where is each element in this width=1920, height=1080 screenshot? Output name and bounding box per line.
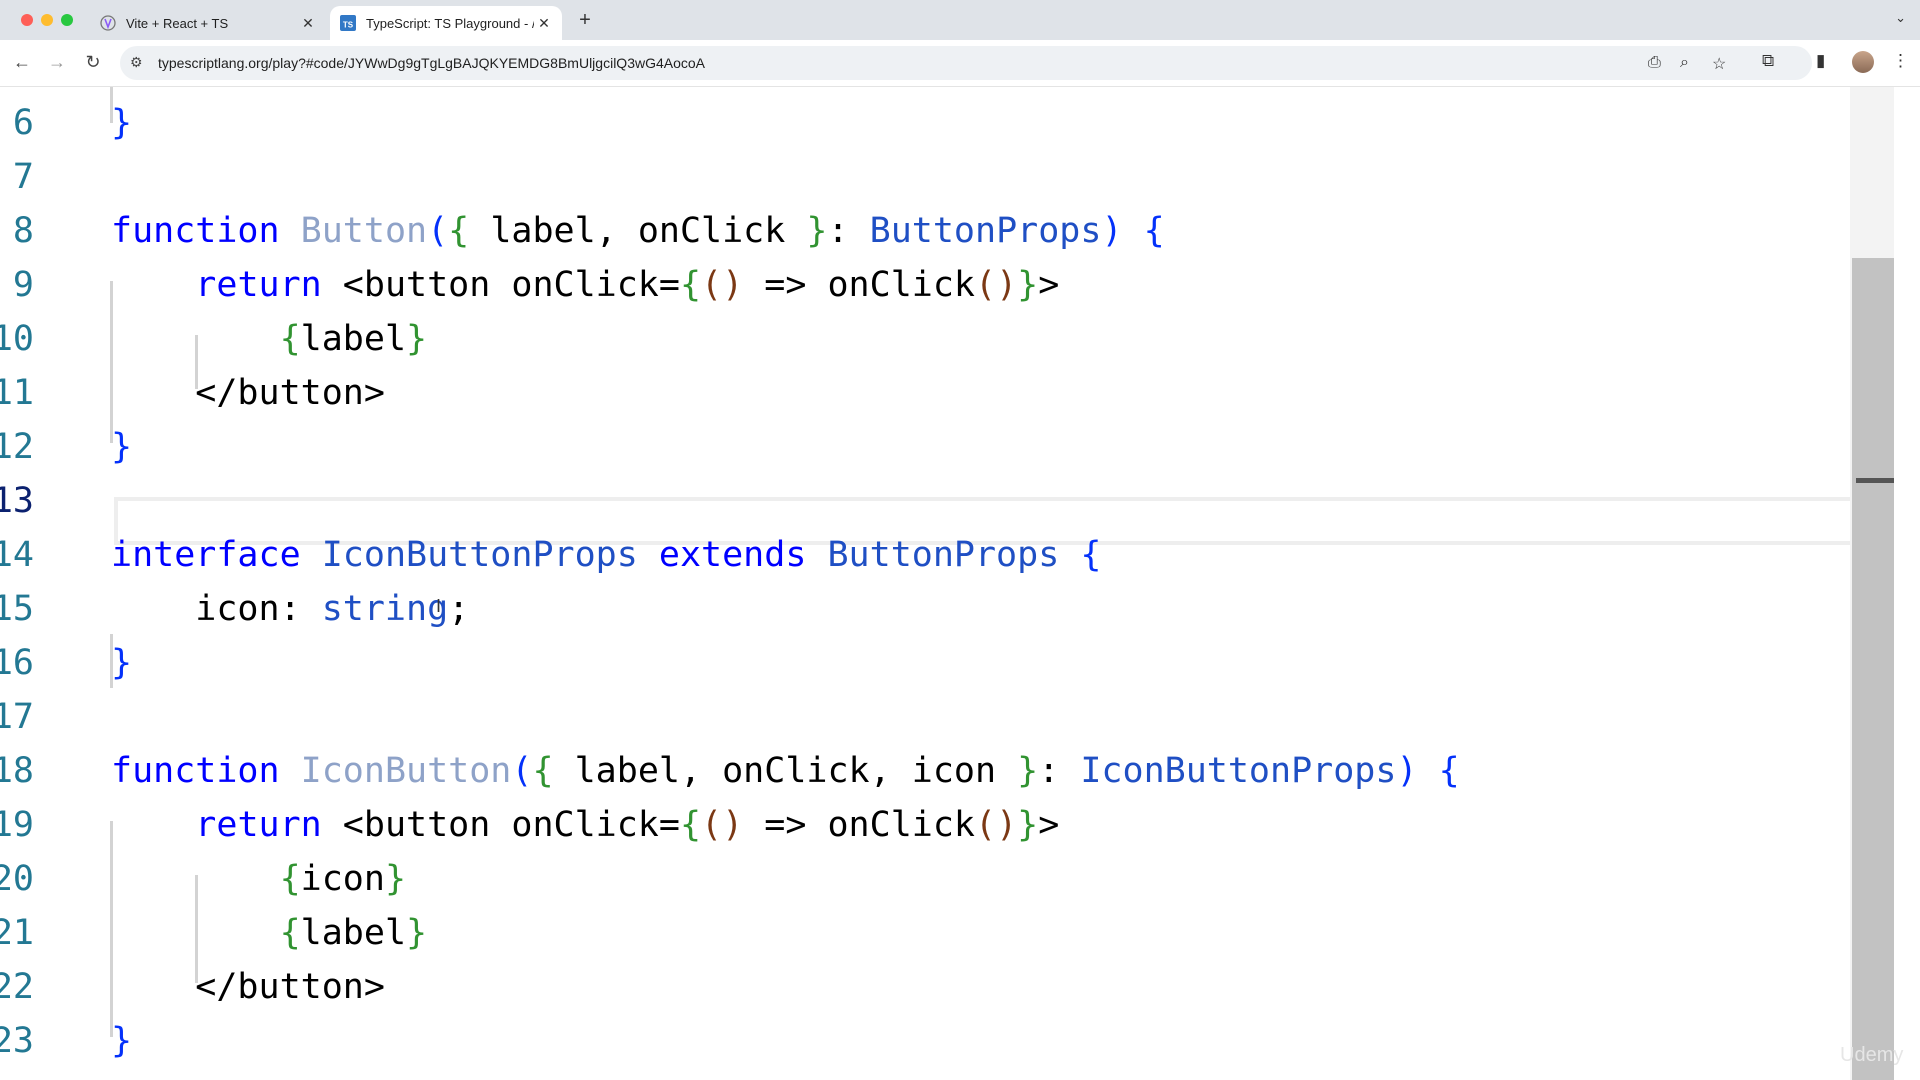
window-minimize-button[interactable] (41, 14, 53, 26)
code-line[interactable]: 19 return <button onClick={() => onClick… (0, 798, 1856, 852)
code-text[interactable]: </button> (111, 366, 385, 420)
browser-tab-bar: Vite + React + TS ✕ TS TypeScript: TS Pl… (0, 0, 1920, 40)
code-text[interactable]: {label} (111, 312, 428, 366)
typescript-icon: TS (340, 15, 356, 31)
profile-avatar[interactable] (1852, 51, 1874, 73)
back-arrow-icon[interactable]: ← (11, 52, 33, 73)
code-line[interactable]: 14 interface IconButtonProps extends But… (0, 528, 1856, 582)
side-panel-icon[interactable]: ▮ (1816, 51, 1825, 71)
bookmark-star-icon[interactable]: ☆ (1712, 54, 1726, 74)
code-line[interactable]: 8 function Button({ label, onClick }: Bu… (0, 204, 1856, 258)
new-tab-icon[interactable]: + (574, 9, 596, 32)
tab-title: Vite + React + TS (126, 15, 229, 31)
browser-tab-vite[interactable]: Vite + React + TS ✕ (90, 6, 326, 40)
code-line[interactable]: 10 {label} (0, 312, 1856, 366)
code-line[interactable]: 18 function IconButton({ label, onClick,… (0, 744, 1856, 798)
url-text[interactable]: typescriptlang.org/play?#code/JYWwDg9gTg… (158, 55, 705, 71)
code-line[interactable]: 7 (0, 150, 1856, 204)
code-line[interactable]: 21 {label} (0, 906, 1856, 960)
site-info-icon[interactable]: ⚙ (130, 54, 143, 71)
line-number: 22 (0, 967, 34, 1007)
text-cursor-icon: I (436, 596, 442, 616)
reload-icon[interactable]: ↻ (82, 52, 104, 73)
code-text[interactable]: } (111, 1014, 132, 1068)
code-text[interactable]: return <button onClick={() => onClick()}… (111, 258, 1059, 312)
code-text[interactable]: function Button({ label, onClick }: Butt… (111, 204, 1165, 258)
code-text[interactable]: icon: string; (111, 582, 469, 636)
line-number: 20 (0, 859, 34, 899)
line-number: 9 (12, 265, 34, 305)
line-number: 17 (0, 697, 34, 737)
code-text[interactable]: </button> (111, 960, 385, 1014)
code-line[interactable]: 22 </button> (0, 960, 1856, 1014)
line-number: 15 (0, 589, 34, 629)
vite-icon (100, 15, 116, 31)
line-number: 14 (0, 535, 34, 575)
tab-close-icon[interactable]: ✕ (534, 15, 554, 32)
code-line[interactable]: 6 } (0, 96, 1856, 150)
code-text[interactable]: } (111, 96, 132, 150)
cursor-position-marker (1856, 478, 1894, 483)
line-number: 8 (12, 211, 34, 251)
code-text[interactable]: return <button onClick={() => onClick()}… (111, 798, 1059, 852)
line-number: 16 (0, 643, 34, 683)
watermark-logo: Udemy (1840, 1044, 1904, 1066)
tab-search-chevron-icon[interactable]: ⌄ (1895, 10, 1906, 26)
line-number: 13 (0, 481, 34, 521)
line-number: 7 (12, 157, 34, 197)
line-number: 11 (0, 373, 34, 413)
code-text[interactable]: {icon} (111, 852, 406, 906)
install-app-icon[interactable]: ⎙ (1648, 54, 1661, 72)
code-line[interactable]: 11 </button> (0, 366, 1856, 420)
line-number: 12 (0, 427, 34, 467)
code-text[interactable]: function IconButton({ label, onClick, ic… (111, 744, 1460, 798)
browser-menu-icon[interactable]: ⋮ (1892, 51, 1909, 71)
code-line[interactable]: 15 icon: string; (0, 582, 1856, 636)
code-line[interactable]: 23 } (0, 1014, 1856, 1068)
zoom-icon[interactable]: ⌕ (1680, 54, 1689, 72)
line-number: 23 (0, 1021, 34, 1061)
line-number: 21 (0, 913, 34, 953)
window-close-button[interactable] (21, 14, 33, 26)
code-text[interactable]: interface IconButtonProps extends Button… (111, 528, 1101, 582)
code-line[interactable]: 16 } (0, 636, 1856, 690)
browser-toolbar: ← → ↻ ⚙ typescriptlang.org/play?#code/JY… (0, 40, 1920, 87)
tab-title: TypeScript: TS Playground - / (366, 15, 534, 31)
code-text[interactable]: {label} (111, 906, 428, 960)
code-text[interactable]: } (111, 636, 132, 690)
code-line[interactable]: 17 (0, 690, 1856, 744)
line-number: 6 (12, 103, 34, 143)
code-line[interactable]: 9 return <button onClick={() => onClick(… (0, 258, 1856, 312)
browser-tab-typescript[interactable]: TS TypeScript: TS Playground - / ✕ (330, 6, 562, 40)
window-maximize-button[interactable] (61, 14, 73, 26)
tab-close-icon[interactable]: ✕ (298, 15, 318, 32)
code-line[interactable]: 20 {icon} (0, 852, 1856, 906)
address-bar[interactable]: ⚙ typescriptlang.org/play?#code/JYWwDg9g… (120, 46, 1812, 80)
forward-arrow-icon[interactable]: → (46, 52, 68, 73)
code-line[interactable]: 12 } (0, 420, 1856, 474)
line-number: 10 (0, 319, 34, 359)
code-line-current[interactable]: 13 (0, 474, 1856, 528)
code-editor[interactable]: 6 } 7 8 function Button({ label, onClick… (0, 87, 1856, 1080)
line-number: 18 (0, 751, 34, 791)
svg-text:TS: TS (343, 21, 354, 30)
extensions-icon[interactable]: ⧉ (1762, 51, 1774, 71)
editor-scrollbar-thumb[interactable] (1852, 258, 1894, 1080)
code-text[interactable]: } (111, 420, 132, 474)
line-number: 19 (0, 805, 34, 845)
